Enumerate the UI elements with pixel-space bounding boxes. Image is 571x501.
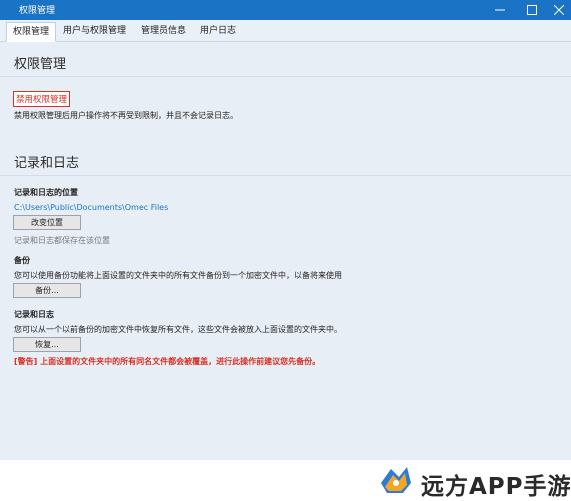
minimize-button[interactable] [488,0,512,20]
change-location-button[interactable]: 改变位置 [13,215,81,230]
close-icon [553,4,565,16]
restore-description: 您可以从一个以前备份的加密文件中恢复所有文件，这些文件会被放入上面设置的文件夹中… [14,325,342,334]
maximize-button[interactable] [520,0,544,20]
tab-bar: 权限管理 用户与权限管理 管理员信息 用户日志 [0,20,571,42]
app-window: 权限管理 权限管理 用户与权限管理 管理员信息 用户日志 权限管理 禁用权限管理… [0,0,571,500]
backup-description: 您可以使用备份功能将上面设置的文件夹中的所有文件备份到一个加密文件中，以备将来使… [14,271,342,280]
divider [0,76,571,77]
close-button[interactable] [547,0,571,20]
disable-permissions-link[interactable]: 禁用权限管理 [13,91,71,107]
restore-label: 记录和日志 [14,310,54,319]
watermark-area: 远方APP手游网 [0,460,571,500]
log-path: C:\Users\Public\Documents\Omec Files [14,203,169,212]
window-title: 权限管理 [19,6,56,16]
maximize-icon [527,5,537,15]
watermark-text: 远方APP手游网 [421,474,571,500]
overwrite-warning: [警告] 上面设置的文件夹中的所有同名文件都会被覆盖，进行此操作前建议您先备份。 [14,357,321,366]
watermark-logo-icon [381,467,411,493]
title-bar[interactable]: 权限管理 [0,0,571,20]
minimize-icon [495,9,505,11]
tab-permissions[interactable]: 权限管理 [6,22,57,42]
restore-button[interactable]: 恢复... [13,337,81,352]
tab-user-permissions[interactable]: 用户与权限管理 [57,22,132,42]
logs-heading: 记录和日志 [14,156,80,171]
log-location-label: 记录和日志的位置 [14,188,78,197]
main-content: 权限管理 禁用权限管理 禁用权限管理后用户操作将不再受到限制，并且不会记录日志。… [0,42,571,460]
backup-button[interactable]: 备份... [13,283,81,298]
permissions-heading: 权限管理 [14,57,67,72]
tab-user-log[interactable]: 用户日志 [194,22,242,42]
backup-label: 备份 [14,256,30,265]
divider [0,175,571,176]
tab-admin-info[interactable]: 管理员信息 [135,22,192,42]
permissions-description: 禁用权限管理后用户操作将不再受到限制，并且不会记录日志。 [14,111,238,120]
log-location-note: 记录和日志都保存在该位置 [14,236,110,245]
